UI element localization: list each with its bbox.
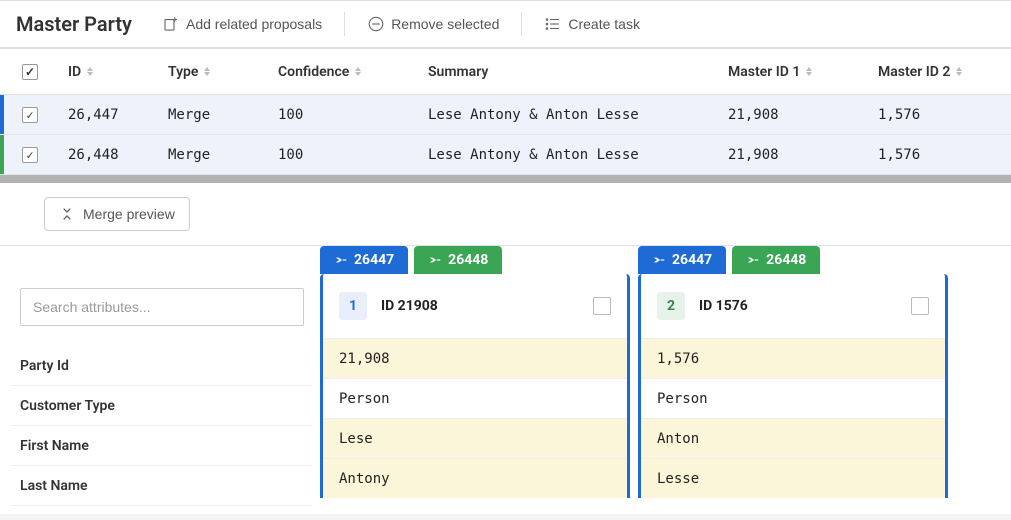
merge-arrow-icon bbox=[428, 253, 442, 267]
cell-id: 26,448 bbox=[60, 147, 160, 163]
add-related-proposals-button[interactable]: Add related proposals bbox=[152, 9, 332, 39]
card-index-badge: 1 bbox=[339, 292, 367, 320]
add-related-icon bbox=[162, 15, 180, 33]
attr-label: Last Name bbox=[12, 466, 312, 506]
attr-label: Party Id bbox=[12, 346, 312, 386]
merge-arrow-icon bbox=[746, 253, 760, 267]
col-master2[interactable]: Master ID 2 bbox=[870, 64, 1010, 80]
row-checkbox[interactable] bbox=[22, 107, 38, 123]
toolbar: Master Party Add related proposals Remov… bbox=[0, 0, 1011, 48]
sort-icon bbox=[204, 67, 210, 76]
proposals-table: ID Type Confidence Summary Master ID 1 M… bbox=[0, 48, 1011, 175]
cell-summary: Lese Antony & Anton Lesse bbox=[420, 107, 720, 123]
card-index-badge: 2 bbox=[657, 292, 685, 320]
sort-icon bbox=[87, 67, 93, 76]
cell-master2: 1,576 bbox=[870, 147, 1010, 163]
detail-panel: Merge preview Party Id Customer Type Fir… bbox=[0, 183, 1011, 514]
card-title: ID 1576 bbox=[699, 298, 897, 314]
cell-type: Merge bbox=[160, 107, 270, 123]
select-all-checkbox[interactable] bbox=[22, 64, 38, 80]
value-cell: Lesse bbox=[641, 458, 945, 498]
value-cell: Person bbox=[641, 378, 945, 418]
table-row[interactable]: 26,448 Merge 100 Lese Antony & Anton Les… bbox=[0, 135, 1011, 175]
create-task-button[interactable]: Create task bbox=[534, 9, 650, 39]
remove-selected-button[interactable]: Remove selected bbox=[357, 9, 509, 39]
cell-summary: Lese Antony & Anton Lesse bbox=[420, 147, 720, 163]
merge-arrow-icon bbox=[652, 253, 666, 267]
col-confidence[interactable]: Confidence bbox=[270, 64, 420, 80]
card-select-checkbox[interactable] bbox=[911, 297, 929, 315]
table-row[interactable]: 26,447 Merge 100 Lese Antony & Anton Les… bbox=[0, 95, 1011, 135]
cell-confidence: 100 bbox=[270, 107, 420, 123]
task-list-icon bbox=[544, 15, 562, 33]
divider bbox=[344, 12, 345, 36]
card-select-checkbox[interactable] bbox=[593, 297, 611, 315]
page-title: Master Party bbox=[16, 12, 132, 36]
cell-type: Merge bbox=[160, 147, 270, 163]
cell-confidence: 100 bbox=[270, 147, 420, 163]
cell-master2: 1,576 bbox=[870, 107, 1010, 123]
value-cell: Anton bbox=[641, 418, 945, 458]
sort-icon bbox=[956, 67, 962, 76]
col-master1[interactable]: Master ID 1 bbox=[720, 64, 870, 80]
card-tab-26448[interactable]: 26448 bbox=[414, 246, 502, 274]
value-cell: Person bbox=[323, 378, 627, 418]
attr-label: Customer Type bbox=[12, 386, 312, 426]
search-attributes-input[interactable] bbox=[20, 288, 304, 326]
col-id[interactable]: ID bbox=[60, 64, 160, 80]
remove-icon bbox=[367, 15, 385, 33]
row-checkbox[interactable] bbox=[22, 147, 38, 163]
sort-icon bbox=[806, 67, 812, 76]
card-title: ID 21908 bbox=[381, 298, 579, 314]
value-cell: Lese bbox=[323, 418, 627, 458]
attr-label: First Name bbox=[12, 426, 312, 466]
compare-card-2: 26447 26448 2 ID 1576 1,576 Person Anton… bbox=[638, 246, 948, 498]
card-tab-26447[interactable]: 26447 bbox=[638, 246, 726, 274]
cell-master1: 21,908 bbox=[720, 147, 870, 163]
merge-preview-button[interactable]: Merge preview bbox=[44, 197, 190, 231]
card-tab-26448[interactable]: 26448 bbox=[732, 246, 820, 274]
sort-icon bbox=[355, 67, 361, 76]
cell-id: 26,447 bbox=[60, 107, 160, 123]
card-tab-26447[interactable]: 26447 bbox=[320, 246, 408, 274]
value-cell: Antony bbox=[323, 458, 627, 498]
attributes-column: Party Id Customer Type First Name Last N… bbox=[12, 246, 312, 506]
cell-master1: 21,908 bbox=[720, 107, 870, 123]
value-cell: 1,576 bbox=[641, 338, 945, 378]
compare-grid: Party Id Customer Type First Name Last N… bbox=[0, 246, 1011, 514]
col-type[interactable]: Type bbox=[160, 64, 270, 80]
col-summary[interactable]: Summary bbox=[420, 64, 720, 80]
value-cell: 21,908 bbox=[323, 338, 627, 378]
section-divider bbox=[0, 175, 1011, 183]
merge-arrow-icon bbox=[334, 253, 348, 267]
merge-icon bbox=[59, 206, 75, 222]
divider bbox=[521, 12, 522, 36]
table-header: ID Type Confidence Summary Master ID 1 M… bbox=[0, 49, 1011, 95]
compare-card-1: 26447 26448 1 ID 21908 21,908 Person Les… bbox=[320, 246, 630, 498]
